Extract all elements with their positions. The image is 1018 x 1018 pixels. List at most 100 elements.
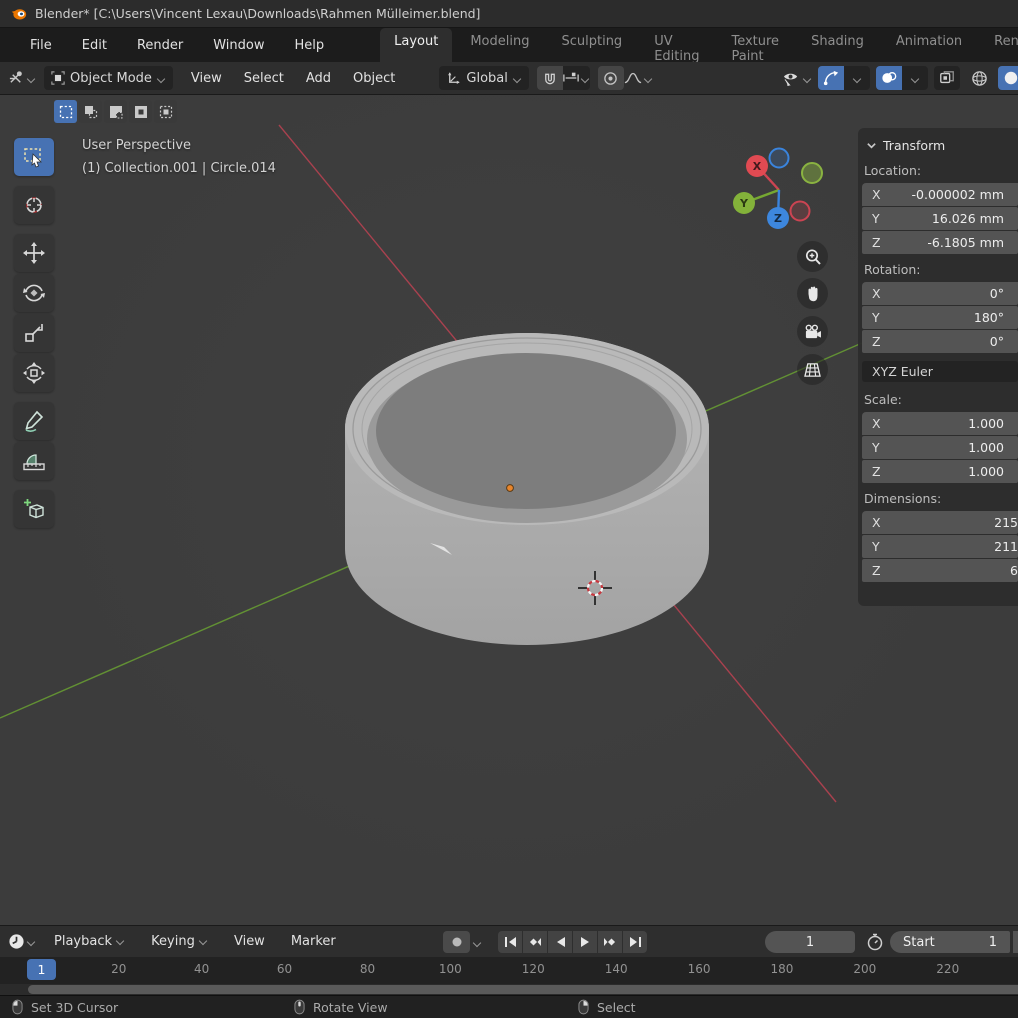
menu-add[interactable]: Add: [296, 68, 341, 89]
select-box-tool-icon: [22, 145, 46, 169]
menu-timeline-view[interactable]: View: [222, 930, 277, 953]
axis-y-ball[interactable]: Y: [733, 192, 755, 214]
jump-end-icon: [629, 936, 642, 948]
select-extend-button[interactable]: [79, 100, 102, 123]
play-button[interactable]: [573, 931, 597, 953]
camera-view-button[interactable]: [797, 316, 828, 347]
gizmos-toggle[interactable]: [818, 66, 844, 90]
dimensions-x-field[interactable]: X215: [862, 511, 1018, 534]
jump-to-end-button[interactable]: [623, 931, 647, 953]
end-frame-field[interactable]: [1013, 931, 1018, 953]
menu-help[interactable]: Help: [283, 34, 337, 57]
timeline-editor-type-button[interactable]: [8, 930, 36, 954]
axis-y-negative[interactable]: [802, 163, 822, 183]
transform-tool[interactable]: [14, 354, 54, 392]
chevron-down-icon: [199, 936, 208, 945]
playhead-frame-badge[interactable]: 1: [27, 959, 56, 980]
cursor-tool[interactable]: [14, 186, 54, 224]
rotation-y-field[interactable]: Y180°: [862, 306, 1018, 329]
axis-x-negative[interactable]: [791, 202, 810, 221]
select-subtract-button[interactable]: [104, 100, 127, 123]
orthographic-toggle-button[interactable]: [797, 354, 828, 385]
proportional-edit-toggle[interactable]: [598, 66, 624, 90]
current-frame-field[interactable]: 1: [765, 931, 855, 953]
timeline-ruler[interactable]: 1 20406080100120140160180200220: [0, 957, 1018, 984]
chevron-down-icon: [157, 74, 166, 83]
scale-tool[interactable]: [14, 314, 54, 352]
menu-marker[interactable]: Marker: [279, 930, 348, 953]
visibility-dropdown[interactable]: [782, 66, 812, 90]
scale-label: Scale:: [858, 392, 1018, 412]
view-perspective-label: User Perspective: [82, 134, 276, 157]
dimensions-y-field[interactable]: Y211: [862, 535, 1018, 558]
solid-shading-button[interactable]: [998, 66, 1018, 90]
menu-view[interactable]: View: [181, 68, 232, 89]
transform-orientation-dropdown[interactable]: Global: [439, 66, 528, 90]
overlays-toggle[interactable]: [876, 66, 902, 90]
play-reverse-icon: [555, 936, 566, 948]
auto-keying-toggle[interactable]: [443, 931, 470, 953]
xray-toggle[interactable]: [934, 66, 960, 90]
select-intersect-button[interactable]: [154, 100, 177, 123]
select-box-tool[interactable]: [14, 138, 54, 176]
pan-button[interactable]: [797, 278, 828, 309]
gizmos-dropdown[interactable]: [844, 66, 870, 90]
scale-z-field[interactable]: Z1.000: [862, 460, 1018, 483]
svg-text:Y: Y: [739, 197, 749, 210]
panel-header[interactable]: Transform: [858, 136, 1018, 163]
jump-start-icon: [504, 936, 517, 948]
snap-toggle-button[interactable]: [537, 66, 563, 90]
location-y-field[interactable]: Y16.026 mm: [862, 207, 1018, 230]
rotation-mode-dropdown[interactable]: XYZ Euler: [862, 361, 1018, 382]
scrollbar-handle[interactable]: [28, 985, 1018, 994]
mesh-object-circle-014[interactable]: [345, 333, 709, 645]
location-z-field[interactable]: Z-6.1805 mm: [862, 231, 1018, 254]
menu-window[interactable]: Window: [201, 34, 276, 57]
menu-select[interactable]: Select: [234, 68, 294, 89]
3d-viewport[interactable]: User Perspective (1) Collection.001 | Ci…: [0, 95, 1018, 925]
rotation-z-field[interactable]: Z0°: [862, 330, 1018, 353]
select-invert-button[interactable]: [129, 100, 152, 123]
axis-x-ball[interactable]: X: [746, 155, 768, 177]
pan-hand-icon: [804, 285, 822, 303]
orientation-label: Global: [466, 71, 507, 86]
play-reverse-button[interactable]: [548, 931, 572, 953]
zoom-button[interactable]: [797, 241, 828, 272]
menu-edit[interactable]: Edit: [70, 34, 119, 57]
location-fields: X-0.000002 mm Y16.026 mm Z-6.1805 mm: [862, 183, 1018, 254]
menu-keying[interactable]: Keying: [139, 930, 220, 953]
rotate-tool[interactable]: [14, 274, 54, 312]
wireframe-shading-button[interactable]: [966, 66, 992, 90]
axis-z-negative[interactable]: [770, 149, 789, 168]
location-x-field[interactable]: X-0.000002 mm: [862, 183, 1018, 206]
mode-dropdown[interactable]: Object Mode: [44, 66, 173, 90]
next-keyframe-button[interactable]: [598, 931, 622, 953]
measure-tool[interactable]: [14, 442, 54, 480]
overlays-dropdown[interactable]: [902, 66, 928, 90]
editor-type-button[interactable]: [8, 66, 36, 90]
scale-y-field[interactable]: Y1.000: [862, 436, 1018, 459]
annotate-tool[interactable]: [14, 402, 54, 440]
chevron-down-icon: [513, 74, 522, 83]
proportional-falloff-dropdown[interactable]: [624, 66, 653, 90]
move-tool[interactable]: [14, 234, 54, 272]
add-cube-tool[interactable]: [14, 490, 54, 528]
navigation-gizmo[interactable]: X Y Z: [724, 140, 836, 235]
chevron-down-icon[interactable]: [473, 938, 482, 947]
dimensions-z-field[interactable]: Z6: [862, 559, 1018, 582]
prev-keyframe-button[interactable]: [523, 931, 547, 953]
menu-playback[interactable]: Playback: [42, 930, 137, 953]
ruler-tick: 160: [688, 962, 711, 976]
rotation-x-field[interactable]: X0°: [862, 282, 1018, 305]
menu-file[interactable]: File: [18, 34, 64, 57]
start-frame-field[interactable]: Start 1: [890, 931, 1010, 953]
timeline-scrollbar[interactable]: [0, 984, 1018, 995]
jump-to-start-button[interactable]: [498, 931, 522, 953]
scale-x-field[interactable]: X1.000: [862, 412, 1018, 435]
select-set-button[interactable]: [54, 100, 77, 123]
select-variant-buttons: [54, 100, 177, 123]
snap-target-dropdown[interactable]: [563, 66, 590, 90]
menu-render[interactable]: Render: [125, 34, 195, 57]
axis-z-ball[interactable]: Z: [767, 207, 789, 229]
menu-object[interactable]: Object: [343, 68, 405, 89]
